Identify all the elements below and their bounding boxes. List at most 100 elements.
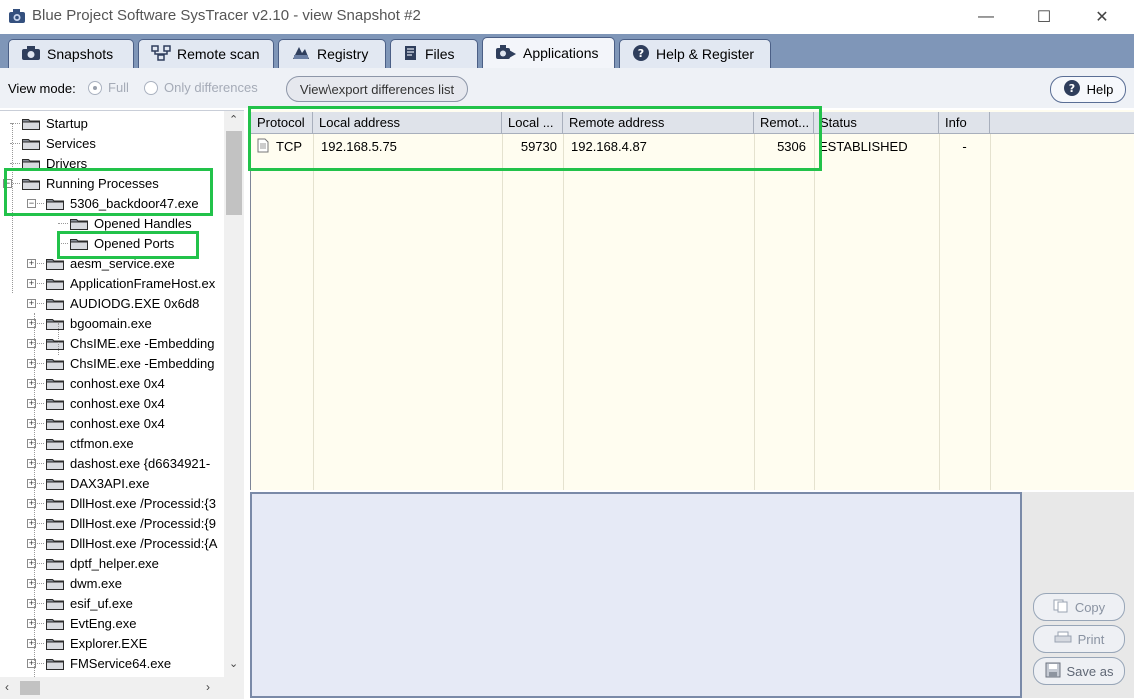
tree-item-label: ApplicationFrameHost.ex bbox=[70, 275, 216, 291]
tree-item[interactable]: ChsIME.exe -Embedding bbox=[46, 353, 215, 373]
tree-item-label: bgoomain.exe bbox=[70, 315, 152, 331]
scroll-right-icon[interactable]: › bbox=[206, 680, 210, 694]
local-address-cell: 192.168.5.75 bbox=[321, 139, 397, 154]
print-button[interactable]: Print bbox=[1033, 625, 1125, 653]
tree-item[interactable]: AUDIODG.EXE 0x6d8 bbox=[46, 293, 199, 313]
network-icon bbox=[151, 44, 171, 64]
collapse-icon[interactable]: − bbox=[27, 199, 36, 208]
expand-icon[interactable]: + bbox=[27, 259, 36, 268]
svg-text:?: ? bbox=[638, 47, 644, 60]
column-header[interactable]: Local ... bbox=[502, 112, 563, 134]
scroll-down-icon[interactable]: ⌄ bbox=[229, 657, 238, 670]
only-differences-radio[interactable]: Only differences bbox=[144, 80, 258, 95]
column-header[interactable]: Remote address bbox=[563, 112, 754, 134]
tree-item[interactable]: aesm_service.exe bbox=[46, 253, 175, 273]
detail-pane bbox=[250, 492, 1022, 698]
tree-item[interactable]: conhost.exe 0x4 bbox=[46, 413, 165, 433]
tree-item[interactable]: dwm.exe bbox=[46, 573, 122, 593]
tab-registry[interactable]: Registry bbox=[278, 39, 386, 68]
tab-snapshots[interactable]: Snapshots bbox=[8, 39, 134, 68]
folder-icon bbox=[46, 557, 64, 570]
document-icon bbox=[257, 138, 269, 156]
tree-item[interactable]: Opened Ports bbox=[70, 233, 174, 253]
help-button-label: Help bbox=[1086, 82, 1114, 97]
remote-port-cell: 5306 bbox=[777, 139, 806, 154]
tree-item[interactable]: EvtEng.exe bbox=[46, 613, 137, 633]
folder-icon bbox=[46, 257, 64, 270]
tab-label: Files bbox=[425, 46, 455, 62]
tree-item[interactable]: DAX3API.exe bbox=[46, 473, 150, 493]
scrollbar-thumb[interactable] bbox=[226, 131, 242, 215]
tree-item[interactable]: esif_uf.exe bbox=[46, 593, 133, 613]
tree-item-label: Startup bbox=[46, 115, 88, 131]
tree-item[interactable]: Opened Handles bbox=[70, 213, 192, 233]
save-as-button[interactable]: Save as bbox=[1033, 657, 1125, 685]
full-radio-label: Full bbox=[108, 80, 129, 95]
tree-item[interactable]: conhost.exe 0x4 bbox=[46, 373, 165, 393]
save-as-label: Save as bbox=[1066, 663, 1114, 679]
tree-item[interactable]: Startup bbox=[22, 113, 88, 133]
tree-item[interactable]: Explorer.EXE bbox=[46, 633, 147, 653]
column-header[interactable]: Remot... bbox=[754, 112, 814, 134]
view-export-differences-button[interactable]: View\export differences list bbox=[286, 76, 468, 102]
folder-icon bbox=[46, 197, 64, 210]
protocol-cell: TCP bbox=[276, 139, 302, 154]
snapshot-tree: Startup Services Drivers Running Processes −… bbox=[0, 110, 244, 699]
tree-item-label: FMService64.exe bbox=[70, 655, 172, 671]
tree-item[interactable]: FMService64.exe bbox=[46, 653, 171, 673]
tree-item[interactable]: bgoomain.exe bbox=[46, 313, 152, 333]
tree-item-label: esif_uf.exe bbox=[70, 595, 133, 611]
tree-item[interactable]: 5306_backdoor47.exe bbox=[46, 193, 199, 213]
tree-item[interactable]: Services bbox=[22, 133, 96, 153]
tree-item[interactable]: dptf_helper.exe bbox=[46, 553, 159, 573]
tree-item[interactable]: DllHost.exe /Processid:{A bbox=[46, 533, 217, 553]
tab-applications[interactable]: Applications bbox=[482, 37, 615, 68]
maximize-button[interactable]: ☐ bbox=[1014, 0, 1074, 34]
copy-button[interactable]: Copy bbox=[1033, 593, 1125, 621]
expand-icon[interactable]: + bbox=[27, 299, 36, 308]
collapse-icon[interactable]: − bbox=[3, 179, 12, 188]
tree-item-label: aesm_service.exe bbox=[70, 255, 175, 271]
scrollbar-thumb[interactable] bbox=[20, 681, 40, 695]
tree-item[interactable]: Drivers bbox=[22, 153, 87, 173]
tab-remote-scan[interactable]: Remote scan bbox=[138, 39, 274, 68]
view-mode-label: View mode: bbox=[8, 81, 76, 96]
tree-item[interactable]: DllHost.exe /Processid:{3 bbox=[46, 493, 216, 513]
full-radio[interactable]: Full bbox=[88, 80, 129, 95]
tree-horizontal-scrollbar[interactable]: ‹ › bbox=[0, 677, 244, 699]
tree-item[interactable]: DllHost.exe /Processid:{9 bbox=[46, 513, 216, 533]
column-header[interactable]: Local address bbox=[313, 112, 502, 134]
title-bar: Blue Project Software SysTracer v2.10 - … bbox=[0, 0, 1134, 34]
expand-icon[interactable]: + bbox=[27, 279, 36, 288]
folder-icon bbox=[46, 477, 64, 490]
scroll-left-icon[interactable]: ‹ bbox=[5, 680, 9, 694]
tree-item[interactable]: dashost.exe {d6634921- bbox=[46, 453, 210, 473]
tab-files[interactable]: Files bbox=[390, 39, 478, 68]
tree-item-label: conhost.exe 0x4 bbox=[70, 395, 165, 411]
column-header[interactable]: Protocol bbox=[251, 112, 313, 134]
scroll-up-icon[interactable]: ⌃ bbox=[229, 113, 238, 126]
tree-item-label: conhost.exe 0x4 bbox=[70, 375, 165, 391]
tree-item-label: 5306_backdoor47.exe bbox=[70, 195, 199, 211]
tree-item[interactable]: ApplicationFrameHost.ex bbox=[46, 273, 215, 293]
tree-item[interactable]: ChsIME.exe -Embedding bbox=[46, 333, 215, 353]
minimize-button[interactable]: — bbox=[956, 0, 1016, 34]
tree-item[interactable]: Running Processes bbox=[22, 173, 159, 193]
tree-vertical-scrollbar[interactable]: ⌃ ⌄ bbox=[224, 111, 244, 677]
close-button[interactable]: ✕ bbox=[1072, 0, 1132, 34]
tree-item[interactable]: conhost.exe 0x4 bbox=[46, 393, 165, 413]
folder-icon bbox=[46, 577, 64, 590]
tree-item[interactable]: ctfmon.exe bbox=[46, 433, 134, 453]
tree-items: Startup Services Drivers Running Processes −… bbox=[0, 111, 224, 677]
tab-help-register[interactable]: ? Help & Register bbox=[619, 39, 771, 68]
copy-label: Copy bbox=[1074, 599, 1106, 615]
camera-icon bbox=[8, 8, 26, 24]
column-header[interactable]: Status bbox=[814, 112, 939, 134]
folder-icon bbox=[46, 317, 64, 330]
column-header[interactable]: Info bbox=[939, 112, 990, 134]
remote-address-cell: 192.168.4.87 bbox=[571, 139, 647, 154]
folder-icon bbox=[46, 277, 64, 290]
status-cell: ESTABLISHED bbox=[819, 139, 908, 154]
tree-item-label: EvtEng.exe bbox=[70, 615, 137, 631]
help-button[interactable]: ? Help bbox=[1050, 76, 1126, 103]
